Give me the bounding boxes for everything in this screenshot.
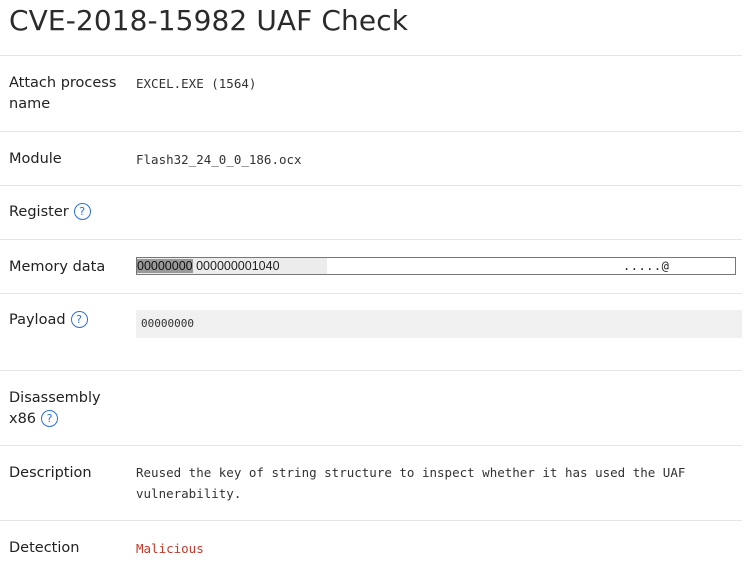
disassembly-label: Disassembly — [9, 390, 101, 406]
memory-label: Memory data — [9, 259, 106, 275]
attach-process-label: Attach process name — [9, 75, 117, 112]
row-disassembly: Disassembly x86? — [0, 370, 742, 445]
register-label-wrap: Register? — [9, 202, 91, 223]
description-line-2: vulnerability. — [136, 486, 242, 501]
memory-hex-view[interactable]: 00000000 000000001040 .....@ — [136, 257, 736, 275]
module-value: Flash32_24_0_0_186.ocx — [136, 152, 302, 167]
row-payload: Payload? 00000000 — [0, 293, 742, 370]
row-description: Description Reused the key of string str… — [0, 445, 742, 520]
disassembly-label-wrap: Disassembly x86? — [9, 388, 101, 430]
memory-hex-bytes: 00000000 000000001040 — [137, 258, 327, 274]
detection-label: Detection — [9, 540, 80, 556]
payload-label-wrap: Payload? — [9, 310, 88, 331]
register-label: Register — [9, 204, 69, 220]
page-title: CVE-2018-15982 UAF Check — [9, 4, 409, 37]
memory-hex-rest: 000000001040 — [192, 259, 280, 273]
row-memory: Memory data 00000000 000000001040 .....@ — [0, 239, 742, 293]
question-circle-icon[interactable]: ? — [41, 410, 59, 427]
row-attach-process: Attach process name EXCEL.EXE (1564) — [0, 55, 742, 131]
payload-value: 00000000 — [136, 310, 742, 338]
row-detection: Detection Malicious — [0, 520, 742, 568]
row-module: Module Flash32_24_0_0_186.ocx — [0, 131, 742, 185]
question-circle-icon[interactable]: ? — [73, 203, 91, 220]
payload-label: Payload — [9, 312, 66, 328]
description-line-1: Reused the key of string structure to in… — [136, 465, 686, 480]
description-value: Reused the key of string structure to in… — [136, 462, 685, 504]
disassembly-label-arch: x86? — [9, 409, 101, 430]
description-label: Description — [9, 465, 92, 481]
question-circle-icon[interactable]: ? — [70, 311, 88, 328]
attach-process-value: EXCEL.EXE (1564) — [136, 76, 257, 91]
row-register: Register? — [0, 185, 742, 239]
details-table: Attach process name EXCEL.EXE (1564) Mod… — [0, 55, 742, 568]
detection-value: Malicious — [136, 541, 204, 556]
memory-hex-selected[interactable]: 00000000 — [137, 259, 193, 273]
module-label: Module — [9, 151, 62, 167]
memory-ascii: .....@ — [623, 259, 670, 273]
